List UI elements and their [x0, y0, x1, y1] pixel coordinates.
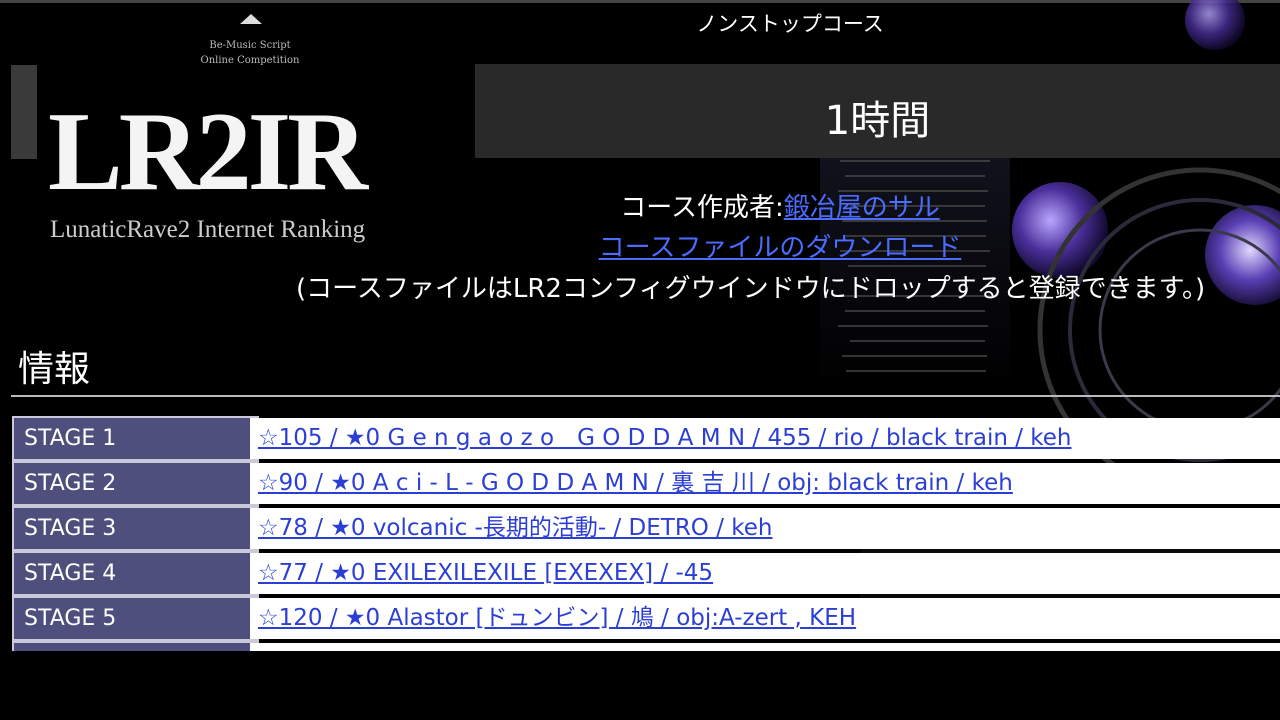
stage-row: STAGE 1 ☆105 / ★0 G e n g a o z o G O D …: [12, 416, 1280, 461]
stage-label: STAGE 5: [12, 596, 259, 641]
logo-wordmark: LR2IR: [48, 90, 368, 214]
logo-side-bar: [11, 65, 37, 159]
stage-song-cell: ☆120 / ★0 Alastor [ドュンビン] / 鳩 / obj:A-ze…: [250, 598, 1280, 639]
stage-row: STAGE 4 ☆77 / ★0 EXILEXILEXILE [EXEXEX] …: [12, 551, 1280, 596]
stage-song-link[interactable]: ☆90 / ★0 A c i - L - G O D D A M N / 裏 吉…: [258, 470, 1013, 496]
section-divider: [11, 395, 1280, 397]
creator-label: コース作成者:: [620, 193, 784, 223]
stage-song-link[interactable]: ☆105 / ★0 G e n g a o z o G O D D A M N …: [258, 425, 1072, 451]
logo-caption: LunaticRave2 Internet Ranking: [50, 216, 366, 243]
stage-song-cell: ☆77 / ★0 EXILEXILEXILE [EXEXEX] / -45: [250, 553, 1280, 594]
stage-row-partial: [12, 641, 1280, 651]
stage-row: STAGE 3 ☆78 / ★0 volcanic -長期的活動- / DETR…: [12, 506, 1280, 551]
stage-song-link[interactable]: ☆120 / ★0 Alastor [ドュンビン] / 鳩 / obj:A-ze…: [258, 605, 856, 631]
stage-row: STAGE 2 ☆90 / ★0 A c i - L - G O D D A M…: [12, 461, 1280, 506]
stage-row: STAGE 5 ☆120 / ★0 Alastor [ドュンビン] / 鳩 / …: [12, 596, 1280, 641]
course-title-bar: 1時間: [475, 64, 1280, 158]
stage-table: STAGE 1 ☆105 / ★0 G e n g a o z o G O D …: [12, 416, 1280, 651]
stage-song-cell: [250, 643, 1280, 651]
stage-song-cell: ☆90 / ★0 A c i - L - G O D D A M N / 裏 吉…: [250, 463, 1280, 504]
stage-label: [12, 641, 259, 651]
course-download-link[interactable]: コースファイルのダウンロード: [460, 227, 1100, 264]
stage-song-cell: ☆78 / ★0 volcanic -長期的活動- / DETRO / keh: [250, 508, 1280, 549]
site-logo[interactable]: Be-Music Script Online Competition LR2IR…: [0, 0, 470, 260]
section-title-info: 情報: [18, 349, 91, 390]
stage-label: STAGE 3: [12, 506, 259, 551]
course-title: 1時間: [824, 98, 931, 144]
stage-label: STAGE 4: [12, 551, 259, 596]
stage-label: STAGE 1: [12, 416, 259, 461]
course-type-label: ノンストップコース: [696, 12, 884, 36]
stage-song-cell: ☆105 / ★0 G e n g a o z o G O D D A M N …: [250, 418, 1280, 459]
stage-song-link[interactable]: ☆77 / ★0 EXILEXILEXILE [EXEXEX] / -45: [258, 560, 713, 586]
course-creator: コース作成者:鍛冶屋のサル: [460, 187, 1100, 224]
stage-label: STAGE 2: [12, 461, 259, 506]
course-file-note: (コースファイルはLR2コンフィグウインドウにドロップすると登録できます。): [296, 274, 1206, 304]
creator-link[interactable]: 鍛冶屋のサル: [784, 193, 940, 223]
logo-subtitle: Be-Music Script Online Competition: [200, 40, 300, 66]
stage-song-link[interactable]: ☆78 / ★0 volcanic -長期的活動- / DETRO / keh: [258, 515, 773, 541]
